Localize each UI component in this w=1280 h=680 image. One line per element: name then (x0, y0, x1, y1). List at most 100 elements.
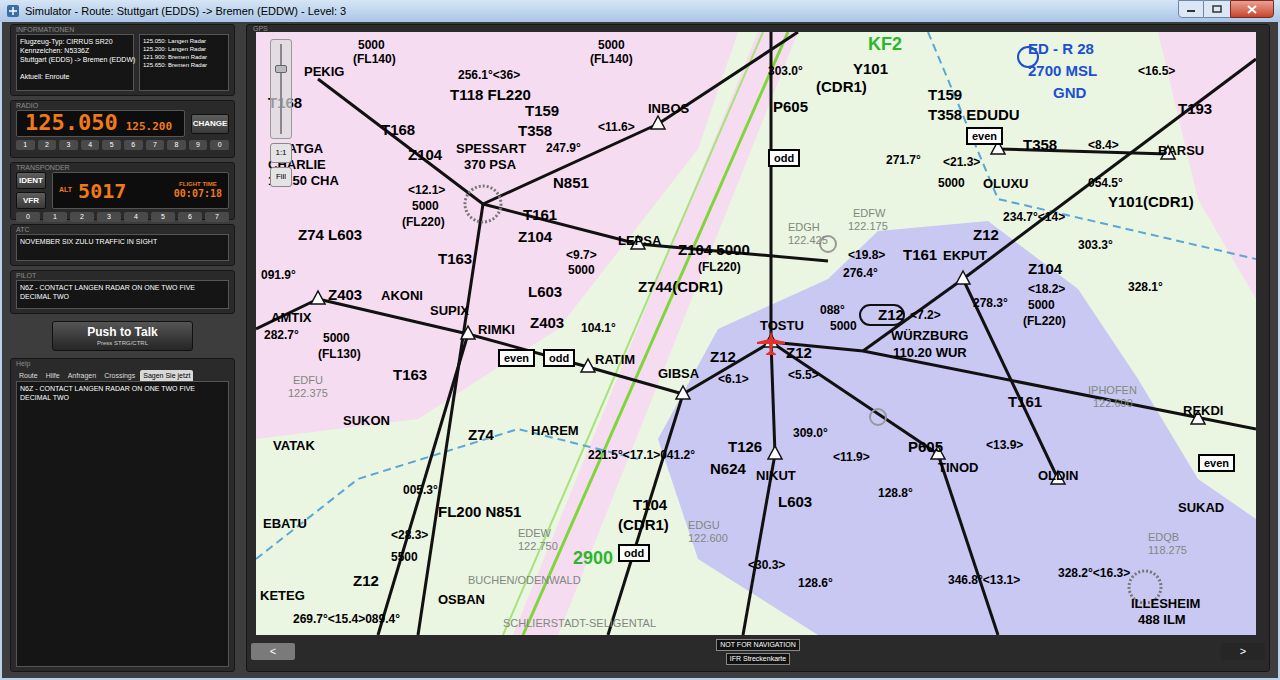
map-label: 104.1° (581, 322, 616, 335)
map-label: 303.0° (768, 65, 803, 78)
info-panel: INFORMATIONENFlugzeug-Typ: CIRRUS SR20Ke… (10, 24, 235, 96)
map-label: (CDR1) (618, 517, 669, 534)
map-label: 234.7°<14> (1003, 211, 1065, 224)
map-label: <16.5> (1138, 65, 1175, 78)
map-label: 303.3° (1078, 239, 1113, 252)
map-label: EDFU (293, 374, 323, 386)
minimize-button[interactable] (1178, 0, 1204, 18)
map-label: T118 FL220 (450, 87, 531, 104)
map-label: Z12 (353, 573, 379, 590)
active-frequency: 125.050 (25, 111, 118, 135)
zoom-slider[interactable] (270, 39, 292, 139)
map-label: KF2 (868, 35, 902, 55)
map-label: (FL220) (402, 216, 445, 229)
digit-key[interactable]: 7 (146, 140, 165, 150)
map-label: T163 (393, 367, 427, 384)
help-tab[interactable]: Hilfe (43, 370, 63, 381)
standby-frequency: 125.200 (126, 119, 172, 135)
digit-key[interactable]: 9 (189, 140, 208, 150)
frequency-item: 125.200: Langen Radar (143, 45, 225, 53)
digit-key[interactable]: 3 (97, 212, 121, 222)
window-title: Simulator - Route: Stuttgart (EDDS) -> B… (25, 3, 346, 20)
maximize-icon (1212, 5, 1222, 13)
digit-key[interactable]: 5 (151, 212, 175, 222)
transponder-button[interactable]: IDENT (16, 172, 46, 189)
info-line: Kennzeichen: N5336Z (20, 46, 130, 55)
next-button[interactable]: > (1221, 643, 1265, 660)
map-label: T159 (928, 87, 962, 104)
close-icon (1247, 5, 1257, 14)
map-label: 122.600 (1093, 397, 1133, 409)
map-label: L603 (528, 284, 562, 301)
maximize-button[interactable] (1204, 0, 1230, 18)
map-label: 122.425 (788, 234, 828, 246)
transponder-button[interactable]: VFR (16, 192, 46, 209)
radio-display: 125.050 125.200 (16, 110, 185, 137)
map-label: 5000 (358, 39, 385, 52)
change-button[interactable]: CHANGE (191, 114, 229, 134)
atc-panel: ATCNOVEMBER SIX ZULU TRAFFIC IN SIGHT (10, 224, 235, 266)
digit-key[interactable]: 6 (178, 212, 202, 222)
digit-key[interactable]: 5 (102, 140, 121, 150)
map-label: 2900 (573, 549, 613, 569)
map-label: 091.9° (261, 269, 296, 282)
map-label: Z104 (518, 229, 552, 246)
transponder-keys: 01234567 (16, 212, 229, 222)
digit-key[interactable]: 6 (124, 140, 143, 150)
digit-key[interactable]: 2 (70, 212, 94, 222)
map-label: Z104 (1028, 261, 1062, 278)
previous-button[interactable]: < (251, 643, 295, 660)
map-label: T161 (523, 207, 557, 224)
zoom-knob[interactable] (275, 65, 287, 73)
help-tab[interactable]: Anfragen (65, 370, 99, 381)
map-label: GND (1053, 85, 1086, 102)
frequency-list: 125.050: Langen Radar125.200: Langen Rad… (139, 34, 229, 91)
ifr-map[interactable]: 5000(FL140)5000(FL140)PEKIG256.1°<36>T11… (256, 32, 1256, 635)
pilot-message: N6Z - CONTACT LANGEN RADAR ON ONE TWO FI… (16, 280, 229, 309)
close-button[interactable] (1230, 0, 1274, 18)
map-label: 370 PSA (464, 158, 516, 172)
map-label: OSBAN (438, 593, 485, 607)
map-label: (FL140) (590, 53, 633, 66)
map-label: SUKAD (1178, 501, 1224, 515)
panel-label: TRANSPONDER (16, 163, 229, 172)
map-label: 5000 (568, 264, 595, 277)
radio-panel: RADIO125.050125.200CHANGE1234567890 (10, 100, 235, 158)
flight-time: 00:07:18 (174, 188, 222, 200)
map-label: T159 (525, 103, 559, 120)
digit-key[interactable]: 0 (16, 212, 40, 222)
gps-label: GPS (253, 25, 1260, 32)
digit-key[interactable]: 1 (43, 212, 67, 222)
digit-key[interactable]: 3 (59, 140, 78, 150)
digit-key[interactable]: 7 (205, 212, 229, 222)
map-label: 5000 (830, 320, 857, 333)
map-label: Z12 (878, 307, 904, 324)
zoom-button[interactable]: Fill (270, 167, 292, 187)
panel-label: PILOT (16, 271, 229, 280)
digit-key[interactable]: 0 (210, 140, 229, 150)
help-tab[interactable]: Sagen Sie jetzt (140, 370, 193, 381)
map-label: Z74 L603 (298, 227, 362, 244)
map-label: 328.2°<16.3> (1058, 567, 1130, 580)
map-label: Z744(CDR1) (638, 279, 723, 296)
map-label: <8.4> (1088, 139, 1119, 152)
map-label: REKDI (1183, 404, 1223, 418)
map-label: 128.6° (798, 577, 833, 590)
digit-key[interactable]: 2 (38, 140, 57, 150)
map-label: ILLESHEIM (1131, 597, 1200, 611)
digit-key[interactable]: 4 (124, 212, 148, 222)
digit-key[interactable]: 8 (167, 140, 186, 150)
map-label: Z104 (408, 147, 442, 164)
zoom-button[interactable]: 1:1 (270, 143, 292, 163)
panel-label: INFORMATIONEN (16, 25, 229, 34)
help-tab[interactable]: Route (16, 370, 41, 381)
map-label: SCHLIERSTADT-SELIGENTAL (503, 617, 656, 629)
app-body: INFORMATIONENFlugzeug-Typ: CIRRUS SR20Ke… (2, 22, 1278, 678)
map-label: 5000 (938, 177, 965, 190)
map-label: GIBSA (658, 367, 699, 381)
digit-key[interactable]: 4 (81, 140, 100, 150)
push-to-talk-button[interactable]: Push to TalkPress STRG/CTRL (52, 321, 193, 351)
help-tab[interactable]: Crossings (101, 370, 138, 381)
frequency-item: 125.050: Langen Radar (143, 37, 225, 45)
digit-key[interactable]: 1 (16, 140, 35, 150)
